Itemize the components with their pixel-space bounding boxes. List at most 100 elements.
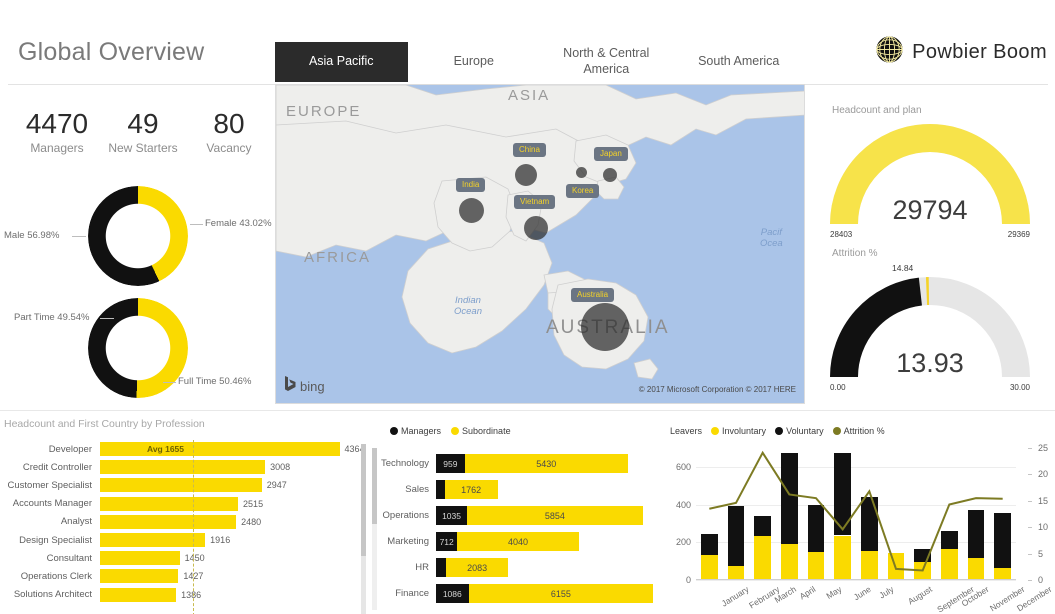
map-pin-india[interactable]: India (456, 178, 485, 192)
map-bubble-india[interactable] (459, 198, 484, 223)
map-label-africa: AFRICA (304, 249, 371, 266)
tab-asia-pacific[interactable]: Asia Pacific (275, 42, 408, 82)
stack-segment-managers[interactable]: 1035 (436, 506, 467, 525)
map-pin-japan[interactable]: Japan (594, 147, 628, 161)
profession-bar[interactable] (100, 497, 238, 511)
legend-attrition-pct[interactable]: Attrition % (833, 426, 885, 436)
legend-subordinate-swatch (451, 427, 459, 435)
stack-row[interactable]: HR2083 (380, 554, 664, 580)
chart-headcount-by-profession[interactable]: Headcount and First Country by Professio… (0, 412, 368, 614)
profession-bar[interactable] (100, 569, 178, 583)
stack-bar-area: 2083 (436, 554, 664, 580)
brand-name: Powbier Boom (912, 41, 1047, 64)
tab-europe[interactable]: Europe (408, 42, 541, 82)
stack-row[interactable]: Operations10355854 (380, 502, 664, 528)
stack-segment-subordinate[interactable]: 4040 (457, 532, 578, 551)
stack-segment-subordinate[interactable]: 2083 (446, 558, 508, 577)
kpi-managers: 4470 Managers (14, 108, 100, 164)
profession-label: Consultant (0, 553, 100, 564)
profession-label: Solutions Architect (0, 589, 100, 600)
gauge-headcount-value: 29794 (830, 195, 1030, 226)
profession-bar[interactable] (100, 442, 340, 456)
stack-segment-managers[interactable]: 1086 (436, 584, 469, 603)
profession-row[interactable]: Analyst2480 (0, 513, 368, 531)
x-axis-label: May (824, 584, 843, 601)
profession-row[interactable]: Design Specialist1916 (0, 531, 368, 549)
profession-row[interactable]: Operations Clerk1427 (0, 567, 368, 585)
profession-row[interactable]: Accounts Manager2515 (0, 495, 368, 513)
legend-voluntary-swatch (775, 427, 783, 435)
stack-segment-subordinate[interactable]: 5430 (465, 454, 628, 473)
stack-segment-managers[interactable] (436, 558, 446, 577)
world-map[interactable]: EUROPE ASIA AFRICA AUSTRALIA IndianOcean… (275, 84, 805, 404)
profession-bar[interactable] (100, 515, 236, 529)
stack-scrollbar-thumb[interactable] (372, 448, 377, 524)
profession-scrollbar-thumb[interactable] (361, 444, 366, 556)
map-bubble-japan[interactable] (603, 168, 617, 182)
stack-segment-subordinate[interactable]: 6155 (469, 584, 654, 603)
map-bubble-vietnam[interactable] (524, 216, 548, 240)
map-bubble-australia[interactable] (581, 303, 629, 351)
legend-subordinate[interactable]: Subordinate (451, 426, 511, 436)
profession-bar-area: 1427 (100, 567, 368, 585)
kpi-vacancy: 80 Vacancy (186, 108, 272, 164)
x-axis-label: July (878, 584, 896, 600)
x-axis-label: April (798, 584, 818, 601)
profession-bar[interactable] (100, 533, 205, 547)
combo-chart-legend: Leavers Involuntary Voluntary Attrition … (670, 426, 885, 436)
gauge-attrition-body: 14.84 13.93 0.00 30.00 (830, 277, 1030, 381)
map-label-asia: ASIA (508, 87, 550, 104)
stack-chart-legend: Managers Subordinate (390, 426, 511, 436)
tab-north-central-america[interactable]: North & Central America (540, 42, 673, 82)
legend-involuntary[interactable]: Involuntary (711, 426, 766, 436)
chart-leavers-by-month[interactable]: Leavers Involuntary Voluntary Attrition … (666, 420, 1055, 614)
profession-row[interactable]: Consultant1450 (0, 549, 368, 567)
donut-chart-gender[interactable]: Male 56.98% Female 43.02% (0, 186, 272, 304)
map-label-indian-ocean: IndianOcean (454, 295, 482, 317)
y-axis-tick-left: 0 (686, 575, 691, 585)
profession-row[interactable]: Customer Specialist2947 (0, 476, 368, 494)
stack-segment-subordinate[interactable]: 1762 (445, 480, 498, 499)
donut-chart-worktype[interactable]: Part Time 49.54% Full Time 50.46% (0, 298, 272, 416)
profession-bar[interactable] (100, 551, 180, 565)
stack-segment-managers[interactable]: 712 (436, 532, 457, 551)
stack-segment-managers[interactable]: 959 (436, 454, 465, 473)
profession-bar[interactable] (100, 460, 265, 474)
stack-scrollbar[interactable] (372, 448, 377, 610)
profession-row[interactable]: Solutions Architect1386 (0, 586, 368, 604)
profession-bar[interactable] (100, 478, 262, 492)
stack-row[interactable]: Technology9595430 (380, 450, 664, 476)
gauge-attrition-min: 0.00 (830, 383, 846, 392)
stack-row[interactable]: Sales1762 (380, 476, 664, 502)
map-label-pacific-ocean: PacifOcea (760, 227, 783, 249)
map-bubble-china[interactable] (515, 164, 537, 186)
bing-icon (284, 376, 296, 396)
stack-value-managers: 1086 (443, 589, 462, 599)
bing-logo[interactable]: bing (284, 376, 325, 396)
map-pin-korea[interactable]: Korea (566, 184, 599, 198)
stack-row[interactable]: Finance10866155 (380, 580, 664, 606)
map-pin-australia[interactable]: Australia (571, 288, 614, 302)
stack-value-subordinate: 5430 (536, 459, 556, 469)
tab-south-america[interactable]: South America (673, 42, 806, 82)
donut-worktype-fulltime-label: Full Time 50.46% (178, 376, 251, 387)
stack-row[interactable]: Marketing7124040 (380, 528, 664, 554)
profession-label: Developer (0, 444, 100, 455)
profession-row[interactable]: Credit Controller3008 (0, 458, 368, 476)
map-pin-vietnam[interactable]: Vietnam (514, 195, 555, 209)
map-bubble-korea[interactable] (576, 167, 587, 178)
stack-segment-subordinate[interactable]: 5854 (467, 506, 643, 525)
chart-managers-vs-subordinates[interactable]: Managers Subordinate Technology9595430Sa… (372, 420, 664, 614)
gauge-headcount-max: 29369 (1008, 230, 1030, 239)
profession-scrollbar[interactable] (361, 444, 366, 614)
profession-bar[interactable] (100, 588, 176, 602)
legend-voluntary[interactable]: Voluntary (775, 426, 824, 436)
y-axis-tick-right: 5 (1038, 549, 1043, 559)
map-pin-china[interactable]: China (513, 143, 546, 157)
legend-managers-label: Managers (401, 426, 441, 436)
stack-segment-managers[interactable] (436, 480, 445, 499)
profession-bar-area: 2515 (100, 495, 368, 513)
stack-value-subordinate: 1762 (461, 485, 481, 495)
donut-worktype-parttime-label: Part Time 49.54% (14, 312, 90, 323)
legend-managers[interactable]: Managers (390, 426, 441, 436)
